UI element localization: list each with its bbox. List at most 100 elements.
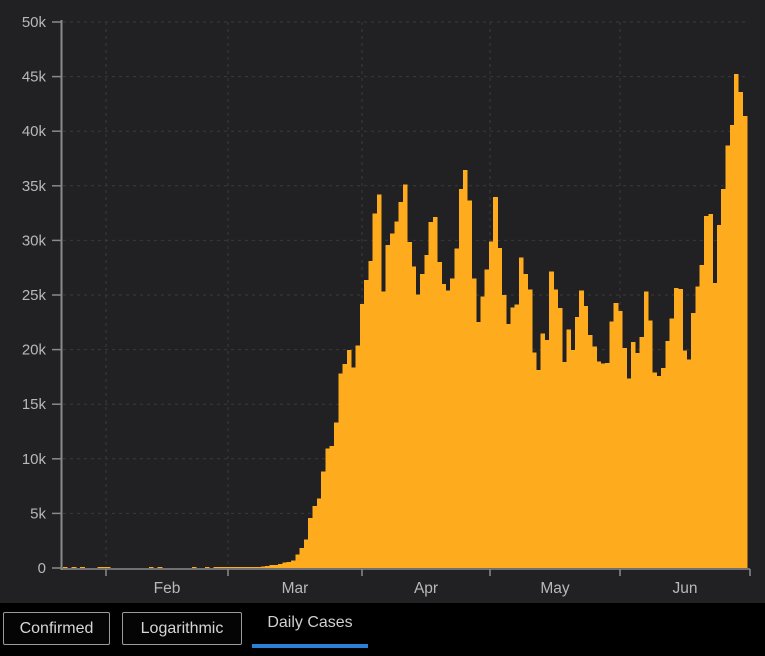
tab-daily-cases-active[interactable]: Daily Cases (252, 603, 368, 648)
daily-cases-bar[interactable] (433, 217, 438, 568)
daily-cases-bar[interactable] (390, 234, 395, 568)
daily-cases-bar[interactable] (614, 303, 619, 568)
daily-cases-bar[interactable] (704, 216, 709, 568)
daily-cases-bar[interactable] (351, 368, 356, 569)
daily-cases-bar[interactable] (214, 567, 219, 568)
daily-cases-bar[interactable] (278, 564, 283, 568)
daily-cases-bar[interactable] (618, 311, 623, 568)
daily-cases-bar[interactable] (429, 222, 434, 568)
daily-cases-bar[interactable] (476, 322, 481, 568)
daily-cases-bar[interactable] (192, 567, 197, 568)
daily-cases-bar[interactable] (334, 422, 339, 568)
daily-cases-bar[interactable] (304, 539, 309, 568)
daily-cases-bar[interactable] (713, 283, 718, 568)
daily-cases-bar[interactable] (545, 340, 550, 568)
daily-cases-bar[interactable] (317, 499, 322, 568)
daily-cases-bar[interactable] (639, 337, 644, 568)
daily-cases-bar[interactable] (657, 376, 662, 568)
daily-cases-bar[interactable] (360, 304, 365, 568)
daily-cases-bar[interactable] (373, 214, 378, 568)
daily-cases-bar[interactable] (235, 567, 240, 568)
daily-cases-bar[interactable] (743, 116, 748, 568)
daily-cases-bar[interactable] (269, 565, 274, 568)
daily-cases-bar[interactable] (308, 518, 313, 568)
daily-cases-bar[interactable] (295, 555, 300, 569)
daily-cases-bar[interactable] (450, 279, 455, 569)
daily-cases-bar[interactable] (536, 370, 541, 568)
daily-cases-bar[interactable] (609, 322, 614, 569)
daily-cases-bar[interactable] (424, 255, 429, 568)
daily-cases-bar[interactable] (291, 561, 296, 569)
daily-cases-bar[interactable] (605, 363, 610, 568)
daily-cases-bar[interactable] (519, 258, 524, 568)
daily-cases-bar[interactable] (149, 567, 154, 568)
daily-cases-bar[interactable] (721, 189, 726, 568)
daily-cases-bar[interactable] (485, 270, 490, 568)
daily-cases-bar[interactable] (205, 567, 210, 568)
daily-cases-bar[interactable] (222, 567, 227, 568)
daily-cases-bar[interactable] (368, 261, 373, 568)
daily-cases-bar[interactable] (239, 567, 244, 568)
daily-cases-bar[interactable] (558, 308, 563, 568)
daily-cases-bar[interactable] (700, 265, 705, 568)
daily-cases-bar[interactable] (463, 170, 468, 568)
daily-cases-bar[interactable] (472, 279, 477, 569)
daily-cases-bar[interactable] (347, 350, 352, 568)
daily-cases-bar[interactable] (502, 295, 507, 568)
daily-cases-bar[interactable] (356, 346, 361, 568)
daily-cases-bar[interactable] (493, 197, 498, 568)
daily-cases-bar[interactable] (416, 295, 421, 568)
daily-cases-bar[interactable] (325, 449, 330, 568)
daily-cases-bar[interactable] (592, 347, 597, 568)
daily-cases-bar[interactable] (562, 362, 567, 568)
daily-cases-bar[interactable] (687, 360, 692, 568)
daily-cases-bar[interactable] (446, 290, 451, 568)
daily-cases-bar[interactable] (717, 225, 722, 568)
daily-cases-bar[interactable] (553, 290, 558, 569)
daily-cases-bar[interactable] (596, 362, 601, 569)
daily-cases-bar[interactable] (541, 334, 546, 568)
daily-cases-bar[interactable] (682, 351, 687, 569)
daily-cases-bar[interactable] (244, 567, 249, 568)
daily-cases-bar[interactable] (394, 222, 399, 568)
daily-cases-bar[interactable] (571, 350, 576, 568)
daily-cases-bar[interactable] (579, 290, 584, 568)
daily-cases-bar[interactable] (497, 248, 502, 568)
daily-cases-bar[interactable] (670, 318, 675, 568)
daily-cases-bar[interactable] (407, 242, 412, 568)
daily-cases-bar[interactable] (442, 284, 447, 568)
daily-cases-bar[interactable] (467, 201, 472, 568)
daily-cases-bar[interactable] (218, 567, 223, 568)
daily-cases-bar[interactable] (72, 567, 77, 568)
daily-cases-bar[interactable] (454, 248, 459, 568)
daily-cases-bar[interactable] (300, 548, 305, 568)
daily-cases-bar[interactable] (63, 567, 68, 568)
tab-logarithmic[interactable]: Logarithmic (122, 612, 242, 645)
daily-cases-bar[interactable] (480, 297, 485, 568)
daily-cases-bar[interactable] (437, 262, 442, 568)
daily-cases-bar[interactable] (459, 189, 464, 568)
daily-cases-bar[interactable] (584, 306, 589, 568)
daily-cases-bar[interactable] (510, 308, 515, 568)
daily-cases-bar[interactable] (708, 214, 713, 568)
daily-cases-bar[interactable] (515, 305, 520, 569)
daily-cases-bar[interactable] (648, 321, 653, 568)
daily-cases-bar[interactable] (627, 378, 632, 568)
daily-cases-bar[interactable] (661, 368, 666, 568)
daily-cases-bar[interactable] (330, 446, 335, 568)
daily-cases-bar[interactable] (386, 245, 391, 568)
daily-cases-bar[interactable] (265, 566, 270, 568)
daily-cases-bar[interactable] (158, 567, 163, 568)
daily-cases-bar[interactable] (738, 92, 743, 568)
daily-cases-bar[interactable] (80, 567, 85, 568)
daily-cases-bar[interactable] (321, 472, 326, 568)
daily-cases-bar[interactable] (313, 506, 318, 568)
daily-cases-bar[interactable] (566, 330, 571, 569)
daily-cases-bar[interactable] (274, 565, 279, 568)
daily-cases-bar[interactable] (248, 567, 253, 568)
daily-cases-bar[interactable] (528, 289, 533, 568)
daily-cases-bar[interactable] (695, 286, 700, 568)
daily-cases-bar[interactable] (622, 348, 627, 568)
daily-cases-bar[interactable] (420, 274, 425, 568)
daily-cases-bar[interactable] (97, 567, 102, 568)
